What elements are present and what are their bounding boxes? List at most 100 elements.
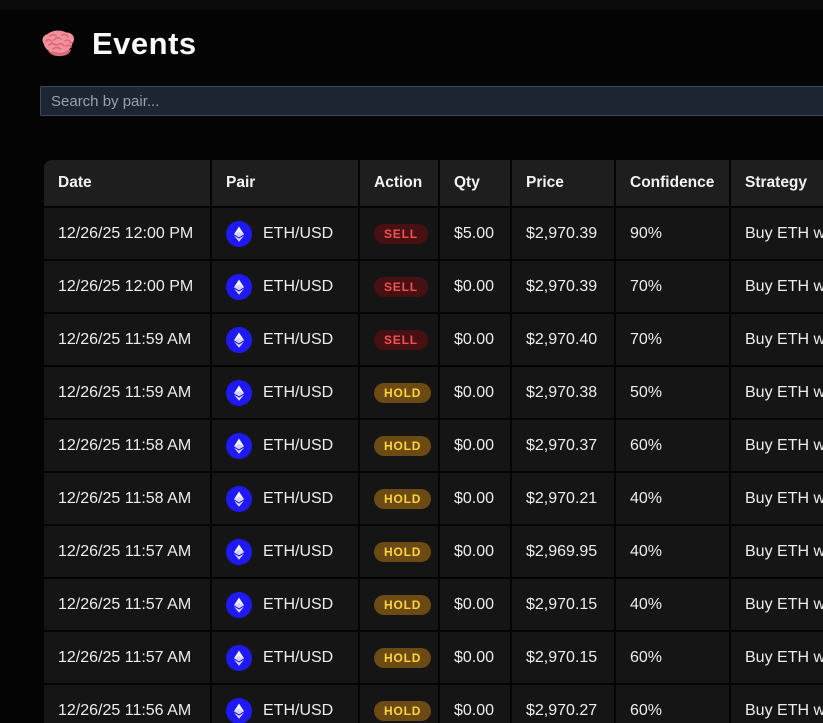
table-header-row: Date Pair Action Qty Price Confidence St… (44, 160, 823, 206)
price-value: $2,970.37 (526, 437, 597, 454)
price-cell: $2,970.15 (512, 579, 614, 630)
pair-cell: ETH/USD (212, 420, 358, 471)
price-value: $2,970.40 (526, 331, 597, 348)
strategy-cell: Buy ETH with (731, 208, 823, 259)
pair-cell: ETH/USD (212, 473, 358, 524)
strategy-text: Buy ETH with (745, 384, 823, 401)
table-row: 12/26/25 11:59 AM ETH/USD SELL $0.00 $2,… (44, 314, 823, 365)
qty-cell: $0.00 (440, 685, 510, 723)
qty-value: $0.00 (454, 543, 494, 560)
confidence-value: 60% (630, 649, 662, 666)
search-input[interactable] (40, 86, 823, 116)
strategy-cell: Buy ETH with (731, 526, 823, 577)
date-cell: 12/26/25 12:00 PM (44, 261, 210, 312)
qty-cell: $0.00 (440, 473, 510, 524)
column-header-price: Price (512, 160, 614, 206)
confidence-cell: 40% (616, 526, 729, 577)
column-header-confidence: Confidence (616, 160, 729, 206)
strategy-text: Buy ETH with (745, 331, 823, 348)
action-cell: HOLD (360, 632, 438, 683)
action-badge: HOLD (374, 648, 431, 668)
action-cell: HOLD (360, 526, 438, 577)
pair-label: ETH/USD (263, 278, 333, 296)
table-row: 12/26/25 11:57 AM ETH/USD HOLD $0.00 $2,… (44, 632, 823, 683)
price-cell: $2,970.39 (512, 208, 614, 259)
strategy-cell: Buy ETH with (731, 579, 823, 630)
confidence-cell: 70% (616, 261, 729, 312)
qty-value: $0.00 (454, 596, 494, 613)
price-value: $2,970.39 (526, 278, 597, 295)
qty-cell: $5.00 (440, 208, 510, 259)
event-date: 12/26/25 11:57 AM (58, 543, 191, 560)
action-badge: SELL (374, 330, 428, 350)
confidence-value: 70% (630, 331, 662, 348)
event-date: 12/26/25 12:00 PM (58, 225, 193, 242)
qty-value: $0.00 (454, 649, 494, 666)
eth-icon (226, 539, 252, 565)
qty-cell: $0.00 (440, 526, 510, 577)
strategy-text: Buy ETH with (745, 649, 823, 666)
action-badge: HOLD (374, 436, 431, 456)
eth-icon (226, 486, 252, 512)
pair-cell: ETH/USD (212, 579, 358, 630)
eth-icon (226, 221, 252, 247)
events-table-body: 12/26/25 12:00 PM ETH/USD SELL $5.00 $2,… (44, 208, 823, 723)
action-cell: SELL (360, 261, 438, 312)
confidence-cell: 40% (616, 473, 729, 524)
eth-icon (226, 645, 252, 671)
action-badge: HOLD (374, 383, 431, 403)
pair-label: ETH/USD (263, 225, 333, 243)
action-cell: HOLD (360, 685, 438, 723)
action-badge: HOLD (374, 542, 431, 562)
price-value: $2,970.39 (526, 225, 597, 242)
action-badge: SELL (374, 224, 428, 244)
column-header-date: Date (44, 160, 210, 206)
price-value: $2,970.21 (526, 490, 597, 507)
events-table: Date Pair Action Qty Price Confidence St… (42, 158, 823, 723)
column-header-qty: Qty (440, 160, 510, 206)
table-row: 12/26/25 11:58 AM ETH/USD HOLD $0.00 $2,… (44, 420, 823, 471)
eth-icon (226, 433, 252, 459)
qty-cell: $0.00 (440, 367, 510, 418)
date-cell: 12/26/25 11:57 AM (44, 632, 210, 683)
price-value: $2,970.38 (526, 384, 597, 401)
pair-label: ETH/USD (263, 596, 333, 614)
confidence-cell: 60% (616, 420, 729, 471)
event-date: 12/26/25 11:58 AM (58, 490, 191, 507)
action-badge: SELL (374, 277, 428, 297)
table-row: 12/26/25 12:00 PM ETH/USD SELL $5.00 $2,… (44, 208, 823, 259)
event-date: 12/26/25 11:58 AM (58, 437, 191, 454)
pair-cell: ETH/USD (212, 208, 358, 259)
table-row: 12/26/25 11:57 AM ETH/USD HOLD $0.00 $2,… (44, 579, 823, 630)
strategy-cell: Buy ETH with (731, 473, 823, 524)
strategy-cell: Buy ETH with (731, 632, 823, 683)
price-value: $2,970.15 (526, 596, 597, 613)
price-value: $2,970.27 (526, 702, 597, 719)
confidence-cell: 90% (616, 208, 729, 259)
price-cell: $2,970.27 (512, 685, 614, 723)
pair-cell: ETH/USD (212, 261, 358, 312)
action-cell: HOLD (360, 473, 438, 524)
table-row: 12/26/25 12:00 PM ETH/USD SELL $0.00 $2,… (44, 261, 823, 312)
confidence-cell: 60% (616, 685, 729, 723)
pair-label: ETH/USD (263, 702, 333, 720)
event-date: 12/26/25 11:57 AM (58, 596, 191, 613)
table-row: 12/26/25 11:57 AM ETH/USD HOLD $0.00 $2,… (44, 526, 823, 577)
event-date: 12/26/25 11:57 AM (58, 649, 191, 666)
action-cell: HOLD (360, 367, 438, 418)
qty-value: $0.00 (454, 278, 494, 295)
strategy-text: Buy ETH with (745, 278, 823, 295)
eth-icon (226, 698, 252, 723)
pair-cell: ETH/USD (212, 367, 358, 418)
page-title: Events (92, 26, 197, 62)
action-badge: HOLD (374, 595, 431, 615)
confidence-value: 40% (630, 596, 662, 613)
date-cell: 12/26/25 11:59 AM (44, 367, 210, 418)
table-row: 12/26/25 11:56 AM ETH/USD HOLD $0.00 $2,… (44, 685, 823, 723)
price-value: $2,970.15 (526, 649, 597, 666)
pair-label: ETH/USD (263, 543, 333, 561)
price-cell: $2,970.15 (512, 632, 614, 683)
price-cell: $2,970.21 (512, 473, 614, 524)
table-row: 12/26/25 11:59 AM ETH/USD HOLD $0.00 $2,… (44, 367, 823, 418)
event-date: 12/26/25 12:00 PM (58, 278, 193, 295)
